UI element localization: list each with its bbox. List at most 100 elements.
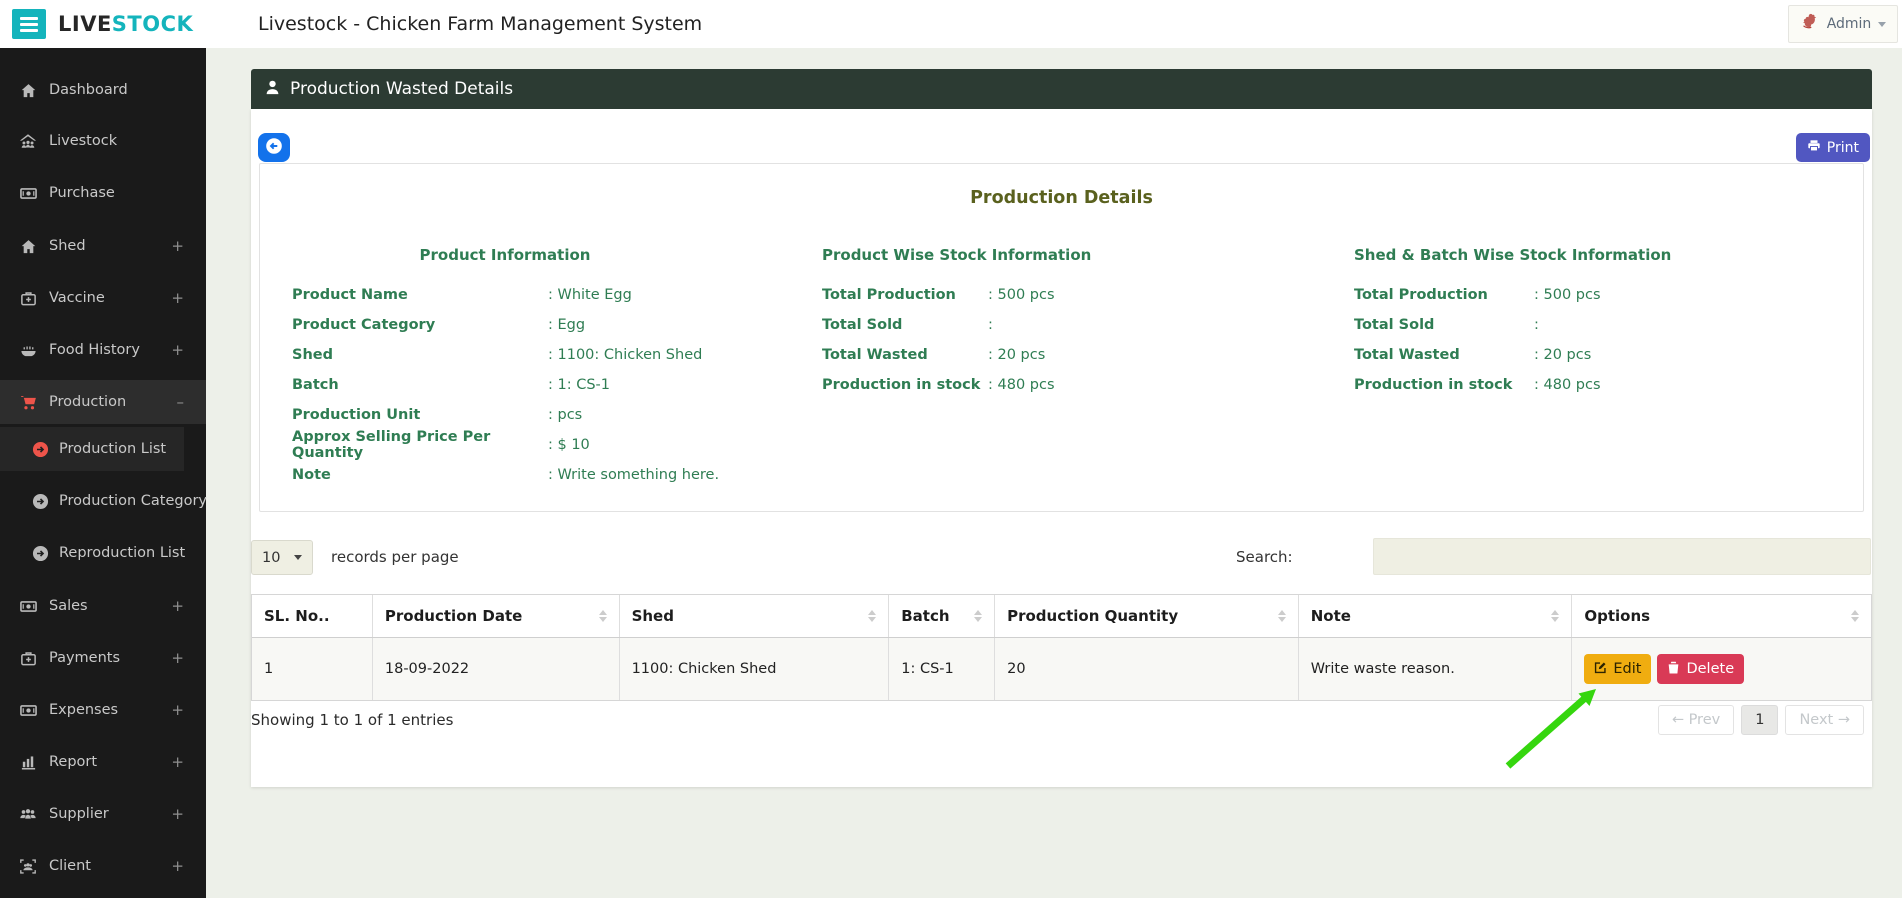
print-button[interactable]: Print [1795, 133, 1870, 162]
table-header-production-quantity[interactable]: Production Quantity [995, 595, 1299, 637]
sort-icon [974, 610, 983, 622]
next-page-button[interactable]: Next → [1785, 705, 1864, 735]
people-icon [18, 806, 38, 823]
product-information-column: Product Name: White Egg Product Category… [292, 280, 719, 490]
table-header-row: SL. No.. Production Date Shed Batch Prod… [252, 595, 1871, 638]
sort-icon [1851, 610, 1859, 622]
medical-kit-icon [18, 650, 38, 667]
sidebar-item-dashboard[interactable]: Dashboard [0, 68, 206, 112]
cell-production-quantity: 20 [995, 638, 1299, 700]
detail-row: Product Name: White Egg [292, 287, 632, 303]
sidebar-item-production[interactable]: Production – [0, 380, 206, 424]
sidebar-item-sales[interactable]: Sales + [0, 584, 206, 628]
expand-plus-icon[interactable]: + [171, 649, 184, 667]
money-icon [18, 185, 38, 202]
sidebar-item-shed[interactable]: Shed + [0, 224, 206, 268]
table-header-options[interactable]: Options [1572, 595, 1871, 637]
people-frame-icon [18, 858, 38, 875]
wasted-production-table: SL. No.. Production Date Shed Batch Prod… [251, 594, 1872, 701]
arrow-circle-icon [30, 493, 50, 510]
sidebar-item-supplier[interactable]: Supplier + [0, 792, 206, 836]
trash-icon [1667, 661, 1680, 678]
table-header-slno[interactable]: SL. No.. [252, 595, 373, 637]
product-information-heading: Product Information [419, 246, 591, 264]
page-title: Livestock - Chicken Farm Management Syst… [258, 13, 703, 35]
sidebar-item-client[interactable]: Client + [0, 844, 206, 888]
shed-stock-column: Total Production: 500 pcs Total Sold: To… [1354, 280, 1601, 400]
printer-icon [1807, 139, 1821, 157]
logo-stock: STOCK [111, 12, 194, 36]
expand-plus-icon[interactable]: + [171, 341, 184, 359]
detail-row: Batch: 1: CS-1 [292, 377, 611, 393]
sidebar-item-food-history[interactable]: Food History + [0, 328, 206, 372]
detail-row: Approx Selling Price Per Quantity: $ 10 [292, 429, 590, 461]
sort-icon [868, 610, 877, 622]
farm-icon [18, 133, 38, 150]
sidebar-item-payments[interactable]: Payments + [0, 636, 206, 680]
home-icon [18, 238, 38, 255]
sidebar-item-production-category[interactable]: Production Category [0, 479, 207, 523]
arrow-circle-icon [30, 545, 50, 562]
search-input[interactable] [1373, 538, 1871, 575]
sidebar-item-report[interactable]: Report + [0, 740, 206, 784]
home-icon [18, 82, 38, 99]
sidebar-item-reproduction-list[interactable]: Reproduction List [0, 531, 206, 575]
expand-plus-icon[interactable]: + [171, 701, 184, 719]
content-card: Print Production Details Product Informa… [251, 109, 1872, 787]
hamburger-menu-button[interactable] [12, 9, 46, 39]
sort-icon [598, 610, 607, 622]
cell-shed: 1100: Chicken Shed [620, 638, 890, 700]
medical-kit-icon [18, 290, 38, 307]
product-stock-column: Total Production: 500 pcs Total Sold: To… [822, 280, 1055, 400]
panel-title: Production Wasted Details [290, 79, 514, 99]
expand-plus-icon[interactable]: + [171, 237, 184, 255]
expand-plus-icon[interactable]: + [171, 597, 184, 615]
sidebar-item-expenses[interactable]: Expenses + [0, 688, 206, 732]
person-icon [264, 79, 281, 100]
food-bowl-icon [18, 342, 38, 359]
arrow-left-circle-icon [265, 137, 283, 158]
sort-icon [1277, 610, 1286, 622]
detail-row: Total Wasted: 20 pcs [822, 347, 1046, 363]
sidebar-item-livestock[interactable]: Livestock [0, 119, 206, 163]
edit-button[interactable]: Edit [1584, 654, 1652, 684]
detail-row: Shed: 1100: Chicken Shed [292, 347, 703, 363]
admin-label: Admin [1826, 16, 1872, 32]
back-button[interactable] [258, 133, 290, 162]
page-1-button[interactable]: 1 [1741, 705, 1779, 735]
logo-live: LIVE [58, 12, 112, 36]
cell-batch: 1: CS-1 [889, 638, 996, 700]
table-header-note[interactable]: Note [1299, 595, 1573, 637]
table-header-production-date[interactable]: Production Date [373, 595, 620, 637]
detail-row: Total Sold: [822, 317, 993, 333]
page-size-select[interactable]: 10 [251, 540, 313, 575]
table-header-shed[interactable]: Shed [620, 595, 890, 637]
expand-plus-icon[interactable]: + [171, 857, 184, 875]
sidebar: Dashboard Livestock Purchase Shed + Vacc… [0, 48, 207, 898]
top-bar: LIVESTOCK Livestock - Chicken Farm Manag… [0, 0, 1902, 48]
sidebar-item-production-list[interactable]: Production List [0, 427, 184, 471]
detail-row: Production in stock: 480 pcs [822, 377, 1055, 393]
admin-dropdown[interactable]: Admin [1788, 5, 1898, 43]
detail-row: Total Wasted: 20 pcs [1354, 347, 1592, 363]
product-stock-heading: Product Wise Stock Information [822, 246, 1092, 264]
sidebar-item-purchase[interactable]: Purchase [0, 171, 206, 215]
caret-down-icon [294, 555, 302, 560]
rooster-icon [1800, 12, 1820, 36]
delete-button[interactable]: Delete [1657, 654, 1745, 684]
entries-summary: Showing 1 to 1 of 1 entries [251, 711, 454, 729]
prev-page-button[interactable]: ← Prev [1657, 705, 1735, 735]
expand-plus-icon[interactable]: + [171, 753, 184, 771]
collapse-minus-icon[interactable]: – [177, 393, 185, 411]
expand-plus-icon[interactable]: + [171, 289, 184, 307]
shed-stock-heading: Shed & Batch Wise Stock Information [1354, 246, 1672, 264]
app-logo[interactable]: LIVESTOCK [58, 0, 193, 48]
pencil-square-icon [1594, 661, 1607, 678]
sidebar-item-vaccine[interactable]: Vaccine + [0, 276, 206, 320]
expand-plus-icon[interactable]: + [171, 805, 184, 823]
production-details-box: Production Details Product Information P… [259, 163, 1864, 512]
sort-icon [1551, 610, 1560, 622]
arrow-circle-icon [30, 441, 50, 458]
table-header-batch[interactable]: Batch [889, 595, 996, 637]
cart-icon [18, 394, 38, 411]
